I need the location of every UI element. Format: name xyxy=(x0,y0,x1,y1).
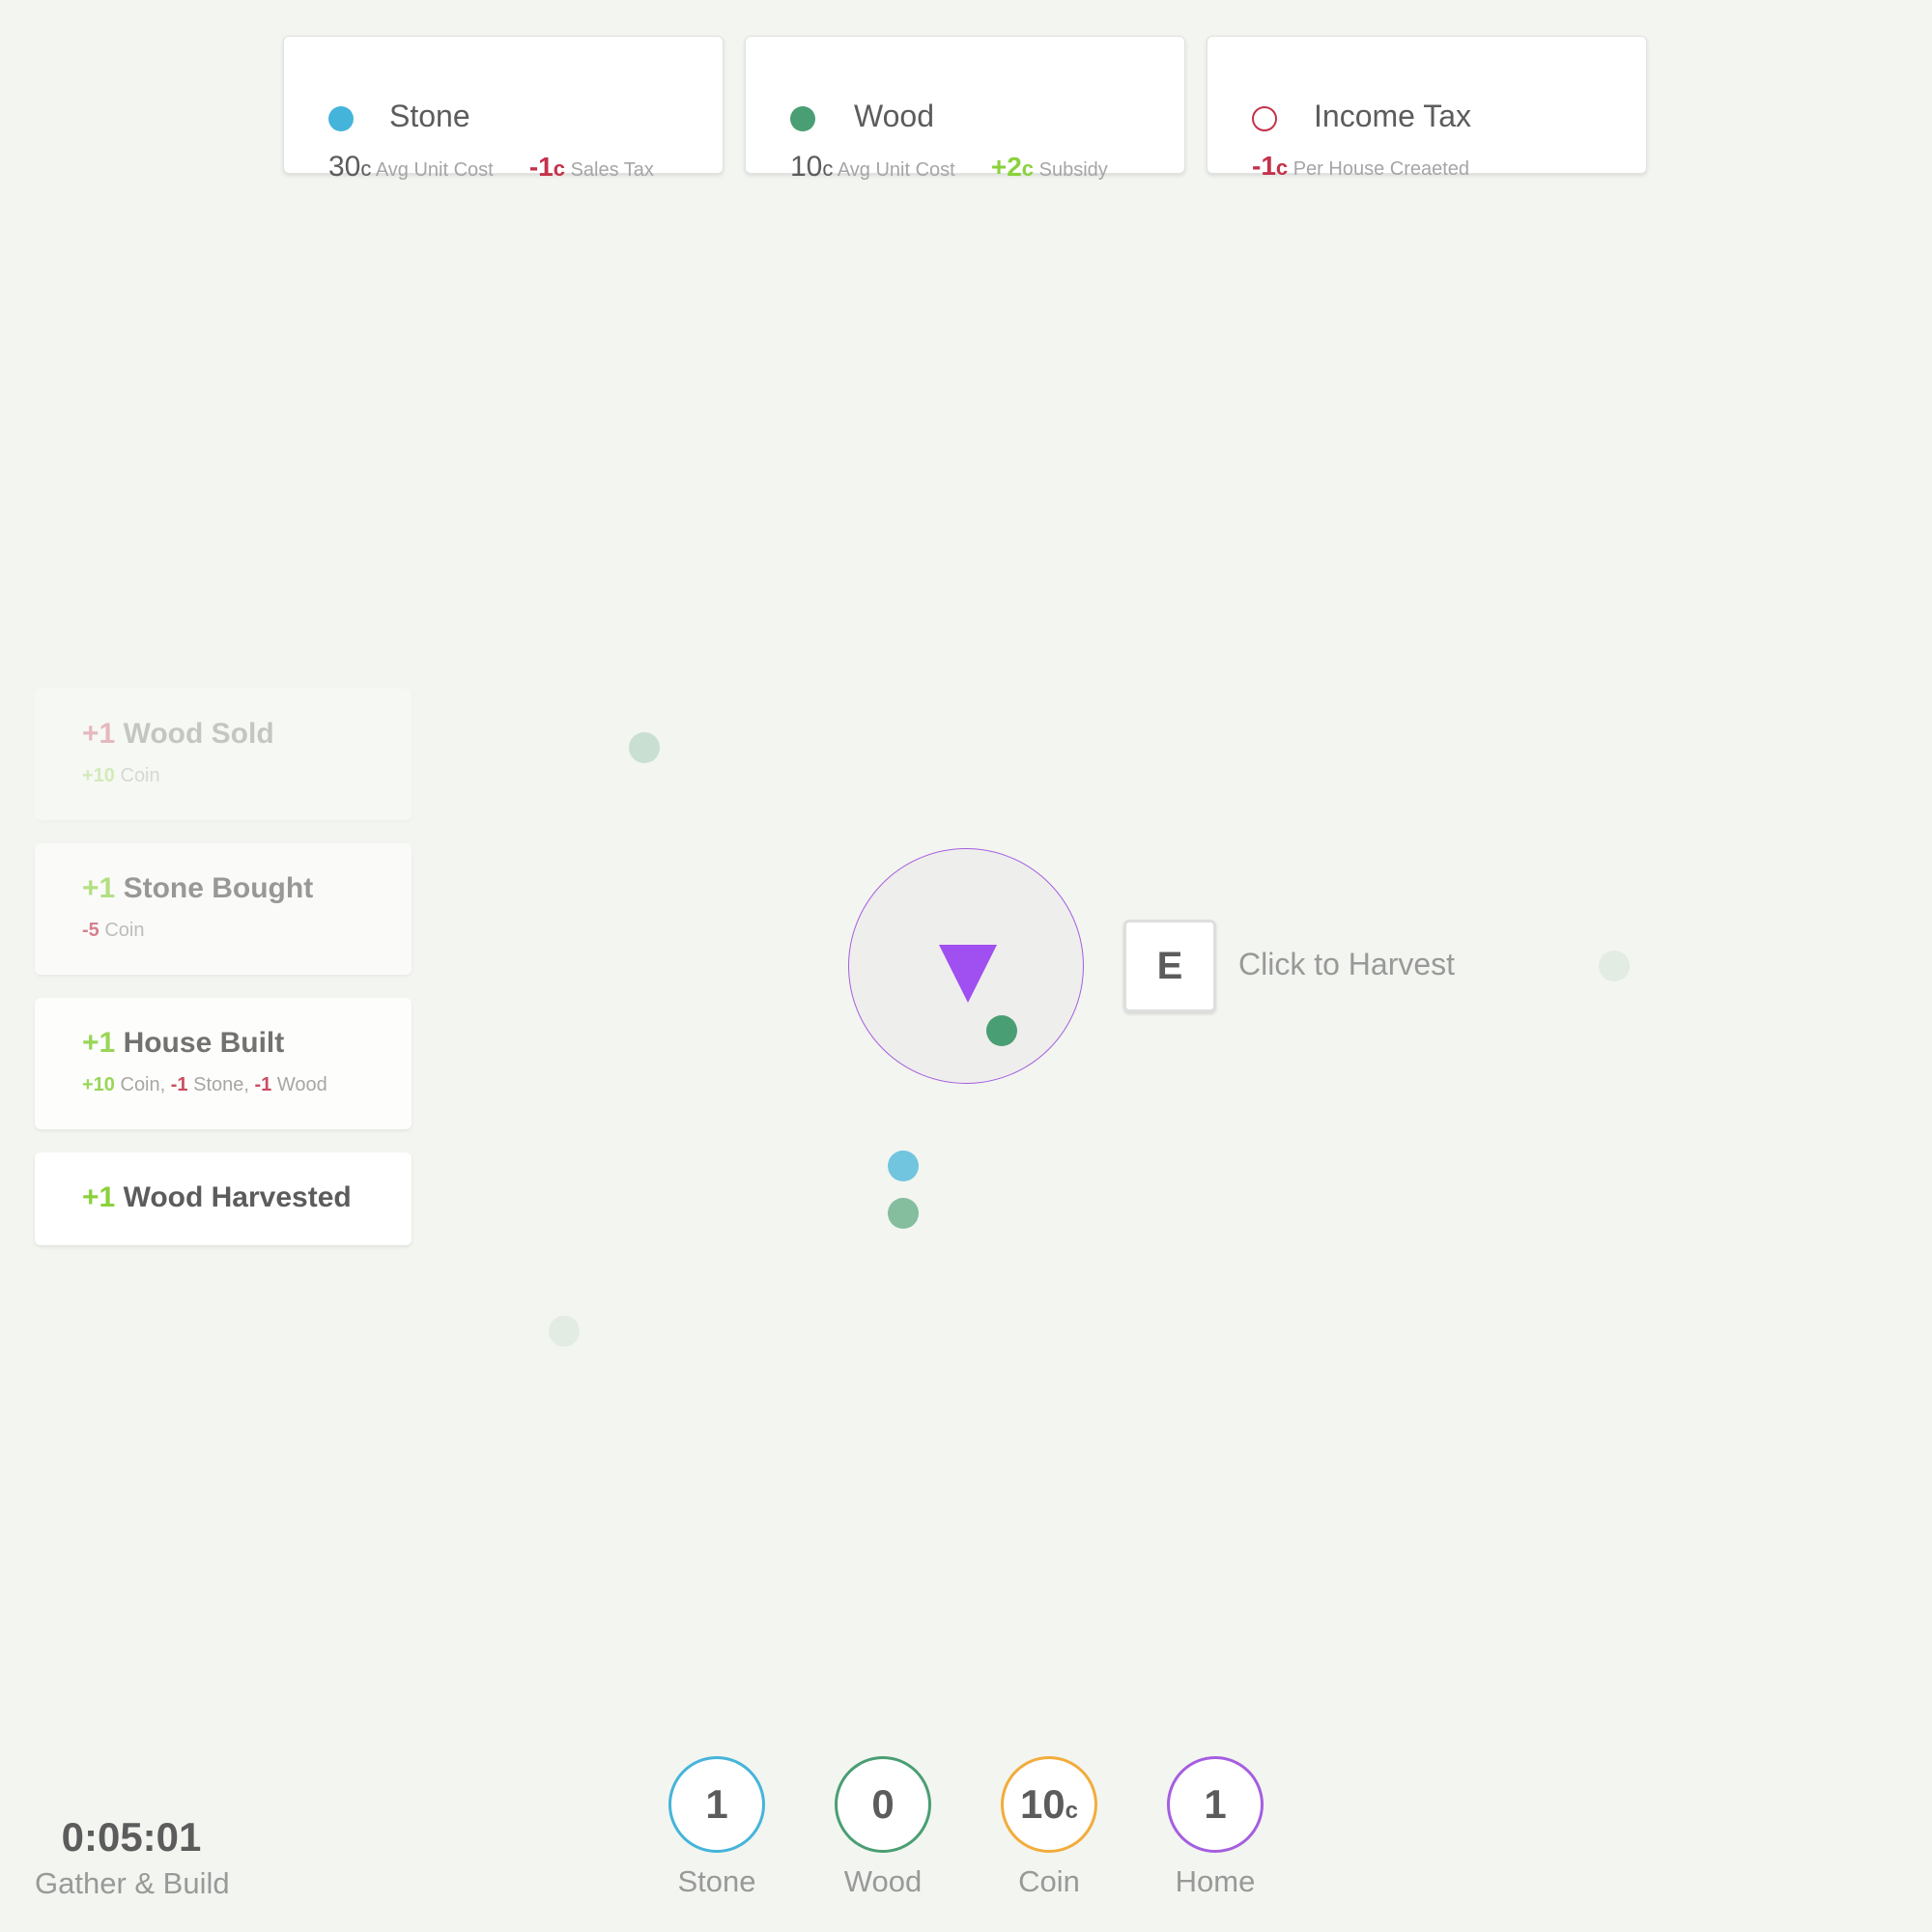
wood-avg-cost-label: Avg Unit Cost xyxy=(837,159,955,181)
wood-node-in-range[interactable] xyxy=(986,1015,1017,1046)
income-tax-ring-icon xyxy=(1252,106,1277,131)
income-tax-amount: -1c xyxy=(1252,151,1289,181)
inventory-stone-label: Stone xyxy=(677,1864,756,1898)
player-triangle-icon xyxy=(939,945,997,1003)
inventory-wood-label: Wood xyxy=(843,1864,923,1898)
log-label: Wood Harvested xyxy=(123,1181,352,1213)
inventory-home: 1 Home xyxy=(1167,1756,1264,1899)
wood-card-title: Wood xyxy=(854,99,935,133)
inventory-stone-circle: 1 xyxy=(668,1756,765,1853)
inventory-stone: 1 Stone xyxy=(668,1756,765,1899)
inventory-wood-circle: 0 xyxy=(835,1756,931,1853)
log-label: Wood Sold xyxy=(123,718,274,750)
wood-subsidy-label: Subsidy xyxy=(1038,159,1108,181)
inventory-coin: 10 c Coin xyxy=(1001,1756,1097,1899)
log-entry-house-built: +1 House Built +10 Coin, -1 Stone, -1 Wo… xyxy=(35,998,412,1129)
stone-sales-tax: -1c xyxy=(528,152,566,182)
stone-sales-tax-label: Sales Tax xyxy=(570,159,654,181)
wood-dot-icon xyxy=(790,106,815,131)
stone-avg-cost: 30 xyxy=(328,151,361,183)
wood-node-faded[interactable] xyxy=(629,732,660,763)
log-entry-wood-sold: +1 Wood Sold +10 Coin xyxy=(35,689,412,820)
inventory-coin-label: Coin xyxy=(1018,1864,1080,1898)
log-entry-wood-harvested: +1 Wood Harvested xyxy=(35,1152,412,1245)
log-label: Stone Bought xyxy=(123,872,314,904)
log-entry-stone-bought: +1 Stone Bought -5 Coin xyxy=(35,843,412,975)
stone-avg-cost-label: Avg Unit Cost xyxy=(375,159,494,181)
stone-card-stats: 30c Avg Unit Cost -1c Sales Tax xyxy=(328,151,654,183)
wood-card-stats: 10c Avg Unit Cost +2c Subsidy xyxy=(790,151,1108,183)
log-label: House Built xyxy=(123,1027,285,1059)
game-mode-label: Gather & Build xyxy=(35,1866,230,1900)
harvest-key-button[interactable]: E xyxy=(1123,920,1216,1012)
inventory-home-label: Home xyxy=(1175,1864,1256,1898)
wood-node[interactable] xyxy=(888,1198,919,1229)
inventory-coin-circle: 10 c xyxy=(1001,1756,1097,1853)
inventory-home-circle: 1 xyxy=(1167,1756,1264,1853)
income-tax-label: Per House Creaeted xyxy=(1293,158,1470,180)
stone-dot-icon xyxy=(328,106,354,131)
wood-node-far[interactable] xyxy=(1599,951,1630,981)
log-delta: +1 xyxy=(82,872,116,904)
harvest-hint-text: Click to Harvest xyxy=(1238,947,1456,981)
income-tax-stats: -1c Per House Creaeted xyxy=(1252,151,1469,182)
income-tax-title: Income Tax xyxy=(1314,99,1472,133)
stone-market-card: Stone 30c Avg Unit Cost -1c Sales Tax xyxy=(283,36,724,183)
stone-node[interactable] xyxy=(888,1151,919,1181)
game-timer: 0:05:01 Gather & Build xyxy=(35,1814,230,1901)
inventory-wood: 0 Wood xyxy=(835,1756,931,1899)
wood-market-card: Wood 10c Avg Unit Cost +2c Subsidy xyxy=(745,36,1185,183)
income-tax-card: Income Tax -1c Per House Creaeted xyxy=(1207,36,1647,181)
timer-value: 0:05:01 xyxy=(61,1814,202,1860)
wood-subsidy: +2c xyxy=(990,152,1035,182)
log-delta: +1 xyxy=(82,1027,116,1059)
log-delta: +1 xyxy=(82,1181,116,1213)
wood-avg-cost: 10 xyxy=(790,151,823,183)
log-delta: +1 xyxy=(82,718,116,750)
stone-card-title: Stone xyxy=(389,99,470,133)
wood-node-far-2[interactable] xyxy=(549,1316,580,1347)
